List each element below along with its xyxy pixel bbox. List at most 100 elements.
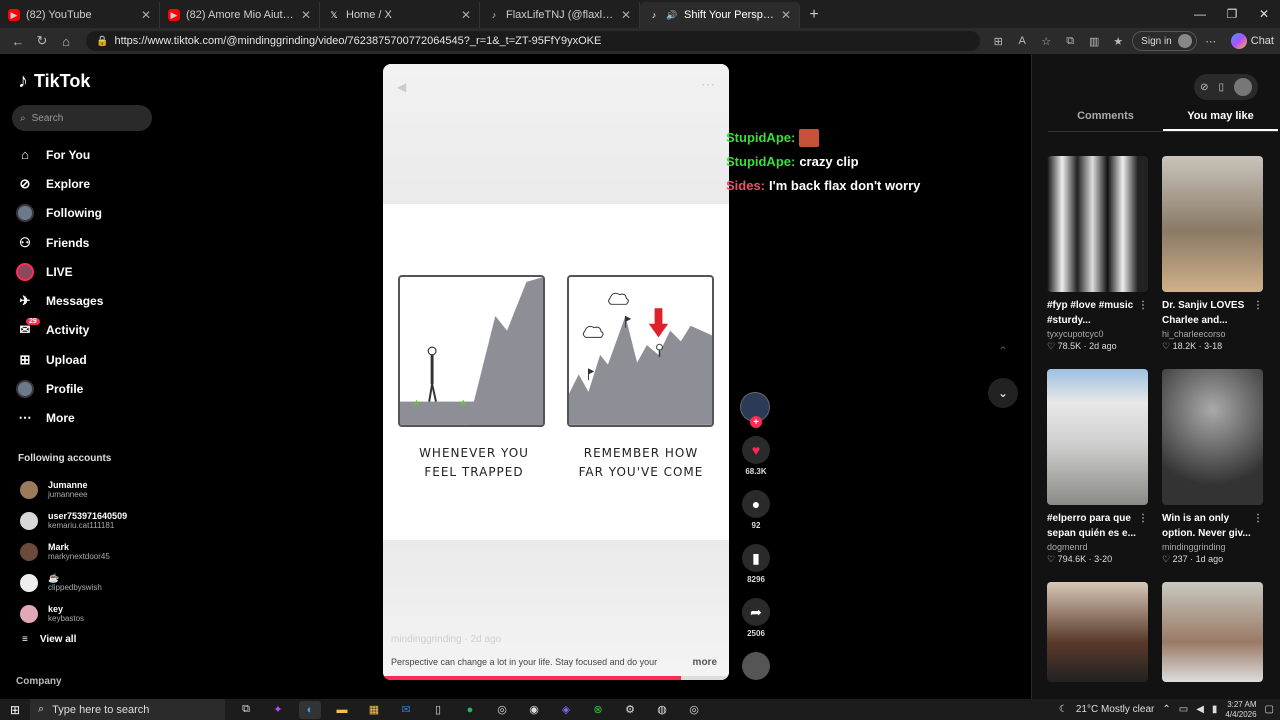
recommended-card[interactable]: #elperro para que sepan quién es e... ⋮ d… xyxy=(1047,369,1148,582)
clock[interactable]: 3:27 AM 4/4/2026 xyxy=(1225,700,1256,720)
tiktok-logo[interactable]: ♪ TikTok xyxy=(18,70,90,93)
restore-icon[interactable]: ❐ xyxy=(1216,0,1248,28)
sidebar-item-more[interactable]: ⋯ More xyxy=(16,404,156,433)
file-explorer-icon[interactable]: ▬ xyxy=(331,701,353,719)
volume-icon[interactable]: ◀ xyxy=(1196,704,1204,715)
sidebar-item-upload[interactable]: ⊞ Upload xyxy=(16,345,156,374)
sidebar-item-for-you[interactable]: ⌂ For You xyxy=(16,140,156,169)
more-options-icon[interactable]: ⋮ xyxy=(1253,511,1263,526)
chrome-icon[interactable]: ◎ xyxy=(683,701,705,719)
next-video-button[interactable]: ⌄ xyxy=(988,378,1018,408)
tab-you-may-like[interactable]: You may like xyxy=(1163,110,1278,131)
close-icon[interactable]: ✕ xyxy=(781,8,791,22)
account-item[interactable]: Mark markynextdoor45 xyxy=(20,536,155,567)
more-options-icon[interactable]: ⋮ xyxy=(1138,298,1148,313)
previous-video-button[interactable]: ⌃ xyxy=(988,336,1018,366)
browser-tab-x[interactable]: 𝕏 Home / X ✕ xyxy=(320,2,480,28)
notepad-icon[interactable]: ▯ xyxy=(427,701,449,719)
creator-avatar[interactable]: + xyxy=(740,392,770,428)
recommended-card[interactable] xyxy=(1047,582,1148,682)
browser-tab-active-video[interactable]: ♪ 🔊 Shift Your Perspective for a Be ✕ xyxy=(640,2,800,28)
account-item[interactable]: ☕ clippedbyswish xyxy=(20,567,155,598)
save-button[interactable]: ▮ 8296 xyxy=(740,544,772,584)
sidebar-item-following[interactable]: Following xyxy=(16,199,156,228)
xbox-icon[interactable]: ⊗ xyxy=(587,701,609,719)
comment-button[interactable]: ● 92 xyxy=(740,490,772,530)
edge-icon[interactable]: ◐ xyxy=(299,700,321,719)
avatar[interactable] xyxy=(1234,78,1252,96)
settings-icon[interactable]: ⚙ xyxy=(619,701,641,719)
video-author[interactable]: mindinggrinding · 2d ago xyxy=(391,634,501,645)
back-icon[interactable]: ← xyxy=(6,30,30,52)
video-thumbnail[interactable] xyxy=(1162,369,1263,505)
store-icon[interactable]: ▦ xyxy=(363,701,385,719)
close-icon[interactable]: ✕ xyxy=(621,8,631,22)
follow-plus-icon[interactable]: + xyxy=(750,416,762,428)
like-button[interactable]: ♥ 68.3K xyxy=(740,436,772,476)
microphone-icon[interactable]: ▮ xyxy=(1212,704,1218,715)
app-available-icon[interactable]: ⊞ xyxy=(988,31,1008,51)
browser-tab-tiktok-profile[interactable]: ♪ FlaxLifeTNJ (@flaxlifetnj) | TikTok ✕ xyxy=(480,2,640,28)
discord-icon[interactable]: ◈ xyxy=(555,701,577,719)
recommended-card[interactable]: Dr. Sanjiv LOVES Charlee and... ⋮ hi_char… xyxy=(1162,156,1263,369)
video-thumbnail[interactable] xyxy=(1047,369,1148,505)
close-window-icon[interactable]: ✕ xyxy=(1248,0,1280,28)
more-options-icon[interactable]: ⋯ xyxy=(701,76,715,93)
split-screen-icon[interactable]: ▥ xyxy=(1084,31,1104,51)
recommended-card[interactable]: Win is an only option. Never giv... ⋮ min… xyxy=(1162,369,1263,582)
outlook-icon[interactable]: ✉ xyxy=(395,701,417,719)
compass-icon[interactable]: ⊘ xyxy=(1200,82,1208,93)
copilot-icon[interactable]: ✦ xyxy=(267,701,289,719)
network-icon[interactable]: ▭ xyxy=(1179,704,1188,715)
sidebar-item-messages[interactable]: ✈ Messages xyxy=(16,286,156,315)
chevron-up-icon[interactable]: ⌃ xyxy=(1162,704,1170,715)
refresh-icon[interactable]: ↻ xyxy=(30,30,54,52)
phone-icon[interactable]: ▯ xyxy=(1218,82,1224,93)
close-icon[interactable]: ✕ xyxy=(301,8,311,22)
app-icon[interactable]: ◍ xyxy=(651,701,673,719)
browser-tab-youtube[interactable]: ▶ (82) YouTube ✕ xyxy=(0,2,160,28)
recommended-card[interactable]: #fyp #love #music #sturdy... ⋮ tyxycupotc… xyxy=(1047,156,1148,369)
account-item[interactable]: user753971640509 kemariu.cat111181 xyxy=(20,505,155,536)
sidebar-item-profile[interactable]: Profile xyxy=(16,374,156,403)
sign-in-button[interactable]: Sign in xyxy=(1132,31,1197,51)
sidebar-item-activity[interactable]: ✉ 29 Activity xyxy=(16,316,156,345)
music-disc-icon[interactable] xyxy=(742,652,770,680)
volume-icon[interactable]: ◀ xyxy=(397,80,406,94)
sidebar-item-live[interactable]: LIVE xyxy=(16,257,156,286)
browser-tab-youtube-2[interactable]: ▶ (82) Amore Mio Aiutami (Main Th ✕ xyxy=(160,2,320,28)
sidebar-item-explore[interactable]: ⊘ Explore xyxy=(16,169,156,198)
url-field[interactable]: 🔒 https://www.tiktok.com/@mindinggrindin… xyxy=(86,31,981,51)
share-button[interactable]: ➦ 2506 xyxy=(740,598,772,638)
video-progress-bar[interactable] xyxy=(383,676,729,680)
account-item[interactable]: Jumanne jumanneee xyxy=(20,474,155,505)
speaker-icon[interactable]: 🔊 xyxy=(666,9,678,21)
video-thumbnail[interactable] xyxy=(1047,156,1148,292)
video-player[interactable]: ◀ ⋯ WHENEVER YOU FEEL TRAPPED REMEMBER H… xyxy=(383,64,729,680)
taskbar-search-input[interactable]: ⌕ Type here to search xyxy=(30,699,225,720)
sidebar-item-friends[interactable]: ⚇ Friends xyxy=(16,228,156,257)
favorites-icon[interactable]: ★ xyxy=(1108,31,1128,51)
video-thumbnail[interactable] xyxy=(1162,156,1263,292)
close-icon[interactable]: ✕ xyxy=(141,8,151,22)
company-link[interactable]: Company xyxy=(16,676,62,687)
tab-comments[interactable]: Comments xyxy=(1048,110,1163,131)
favorite-star-icon[interactable]: ☆ xyxy=(1036,31,1056,51)
obs-icon[interactable]: ◎ xyxy=(491,701,513,719)
more-menu-icon[interactable]: ⋯ xyxy=(1201,31,1221,51)
video-thumbnail[interactable] xyxy=(1162,582,1263,682)
more-options-icon[interactable]: ⋮ xyxy=(1253,298,1263,313)
extensions-icon[interactable]: ⧉ xyxy=(1060,31,1080,51)
spotify-icon[interactable]: ● xyxy=(459,701,481,719)
copilot-chat-button[interactable]: Chat xyxy=(1230,33,1274,49)
notifications-icon[interactable]: ▢ xyxy=(1265,704,1274,715)
recommended-card[interactable] xyxy=(1162,582,1263,682)
close-icon[interactable]: ✕ xyxy=(461,8,471,22)
more-options-icon[interactable]: ⋮ xyxy=(1138,511,1148,526)
task-view-icon[interactable]: ⧉ xyxy=(235,701,257,719)
account-item[interactable]: key keybastos xyxy=(20,598,155,629)
app-icon[interactable]: ◉ xyxy=(523,701,545,719)
windows-start-icon[interactable]: ⊞ xyxy=(0,703,30,717)
minimize-icon[interactable]: — xyxy=(1184,0,1216,28)
more-button[interactable]: more xyxy=(693,657,717,668)
